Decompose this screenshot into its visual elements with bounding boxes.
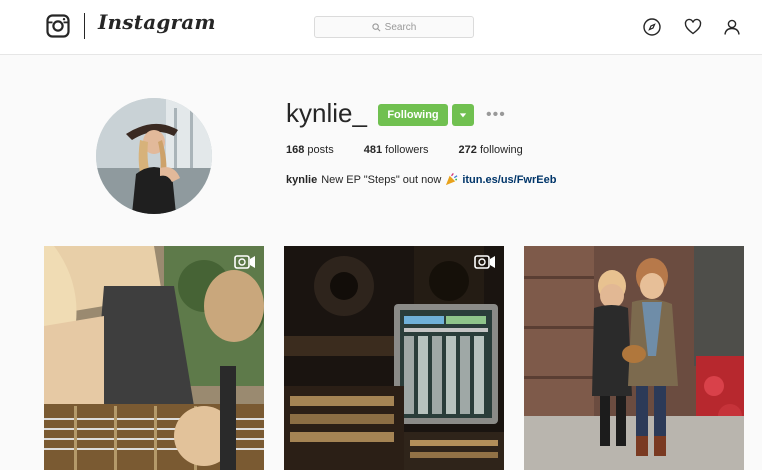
followers-stat[interactable]: 481 followers: [364, 144, 429, 156]
person-icon[interactable]: [722, 17, 742, 37]
post-thumbnail[interactable]: [284, 246, 504, 470]
search-input[interactable]: Search: [314, 16, 474, 38]
following-stat[interactable]: 272 following: [459, 144, 523, 156]
compass-icon[interactable]: [642, 17, 662, 37]
guitar-player-photo: [44, 246, 264, 470]
bio-text: New EP "Steps" out now: [321, 173, 442, 186]
posts-label: posts: [307, 144, 334, 156]
follow-options-dropdown-button[interactable]: [452, 104, 474, 126]
more-options-button[interactable]: •••: [486, 106, 506, 124]
recording-studio-photo: [284, 246, 504, 470]
followers-count: 481: [363, 144, 383, 156]
top-navigation-bar: Instagram Search: [0, 0, 762, 55]
post-thumbnail[interactable]: [44, 246, 264, 470]
followers-label: followers: [385, 144, 429, 156]
following-button[interactable]: Following: [378, 104, 448, 126]
two-friends-photo: [524, 246, 744, 470]
video-camera-icon: [474, 255, 495, 269]
post-thumbnail[interactable]: [524, 246, 744, 470]
bio-name: kynlie: [286, 173, 318, 186]
profile-bio: kynlie New EP "Steps" out now itun.es/us…: [286, 173, 556, 186]
profile-stats: 168 posts 481 followers 272 following: [286, 144, 523, 156]
caret-down-icon: [459, 113, 467, 118]
party-popper-emoji-icon: [446, 173, 458, 186]
profile-avatar[interactable]: [96, 98, 212, 214]
following-count: 272: [458, 144, 477, 156]
profile-username: kynlie_: [286, 98, 367, 128]
posts-stat: 168 posts: [286, 144, 334, 156]
search-icon: [372, 22, 381, 31]
posts-count: 168: [286, 144, 305, 156]
instagram-wordmark[interactable]: Instagram: [98, 10, 216, 34]
following-stat-label: following: [479, 144, 523, 156]
heart-icon[interactable]: [683, 17, 703, 37]
video-camera-icon: [234, 255, 255, 269]
search-placeholder: Search: [384, 21, 417, 33]
logo-divider: [84, 13, 85, 39]
bio-link[interactable]: itun.es/us/FwrEeb: [462, 174, 556, 186]
instagram-camera-logo-icon[interactable]: [46, 14, 70, 38]
